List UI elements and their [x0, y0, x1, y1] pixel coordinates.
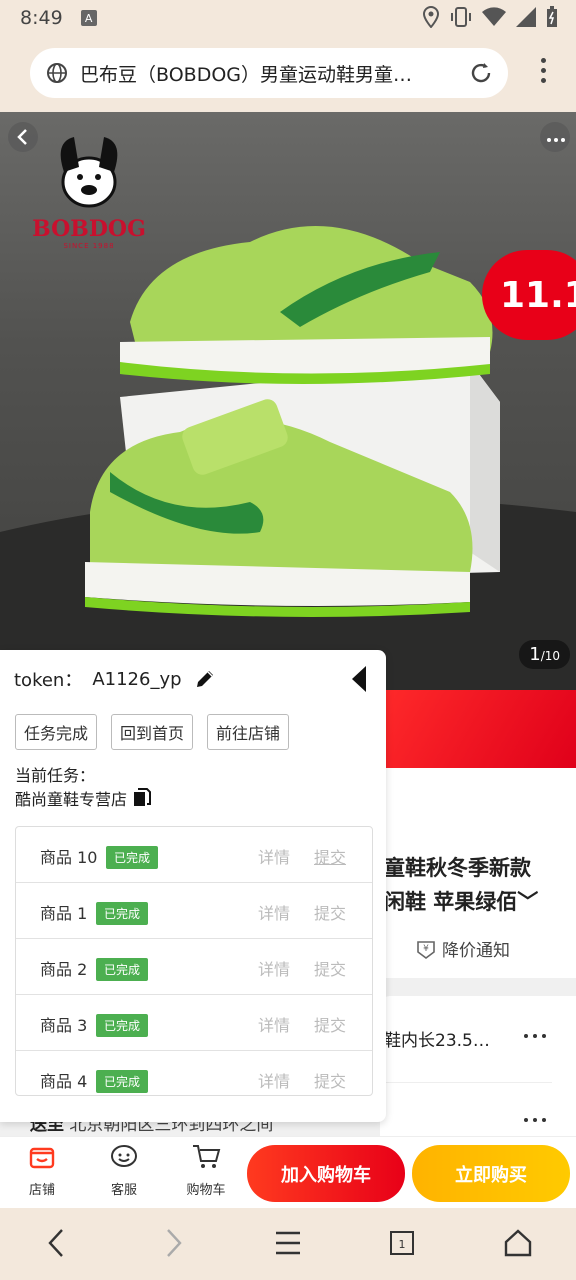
collapse-panel-icon[interactable] [352, 666, 366, 692]
counter-total: /10 [540, 649, 560, 663]
product-image[interactable]: BOBDOG SINCE 1988 11.11 1/10 [0, 112, 576, 692]
globe-icon [47, 63, 67, 83]
brand-since: SINCE 1988 [63, 242, 115, 250]
vibrate-icon [451, 7, 471, 27]
price-tag-icon: ¥ [417, 940, 435, 959]
task-name: 商品 4 [40, 1072, 88, 1091]
brand-name: BOBDOG [32, 216, 146, 242]
promo-banner[interactable] [380, 690, 576, 768]
bottom-action-bar: 店铺 客服 购物车 加入购物车 立即购买 [0, 1136, 576, 1208]
status-badge: 已完成 [96, 1014, 149, 1037]
token-label: token： [14, 670, 83, 691]
browser-nav-bar: 1 [0, 1208, 576, 1280]
task-action-buttons: 任务完成 回到首页 前往店铺 [15, 714, 290, 750]
task-name: 商品 10 [40, 848, 98, 867]
task-detail-link[interactable]: 详情 [258, 900, 290, 924]
status-badge: 已完成 [96, 1070, 149, 1093]
cart-tab[interactable]: 购物车 [176, 1143, 236, 1198]
status-bar: 8:49 A [0, 0, 576, 36]
service-tab[interactable]: 客服 [94, 1143, 154, 1198]
task-row: 商品 10 已完成 详情 提交 [16, 827, 372, 883]
status-badge: 已完成 [96, 958, 149, 981]
product-title-line2[interactable]: 闲鞋 苹果绿佰﹀ [384, 886, 538, 916]
add-to-cart-button[interactable]: 加入购物车 [247, 1145, 405, 1202]
svg-text:¥: ¥ [423, 944, 429, 954]
nav-back-icon[interactable] [42, 1226, 70, 1260]
battery-icon [547, 6, 557, 27]
task-submit-link[interactable]: 提交 [314, 1012, 346, 1036]
size-text: 鞋内长23.5… [384, 1031, 490, 1051]
nav-home-icon[interactable] [502, 1226, 534, 1260]
edit-pencil-icon[interactable] [194, 668, 216, 690]
status-icons [422, 6, 558, 28]
more-icon[interactable] [540, 122, 570, 152]
buy-now-button[interactable]: 立即购买 [412, 1145, 570, 1202]
signal-icon [516, 7, 536, 27]
url-bar[interactable]: 巴布豆（BOBDOG）男童运动鞋男童… [30, 48, 508, 98]
location-icon [422, 6, 440, 28]
image-counter: 1/10 [519, 640, 570, 669]
cart-label: 购物车 [186, 1183, 226, 1198]
product-info-card: 童鞋秋冬季新款 闲鞋 苹果绿佰﹀ ¥ 降价通知 [380, 768, 576, 978]
back-home-button[interactable]: 回到首页 [111, 714, 194, 750]
nav-menu-icon[interactable] [272, 1226, 304, 1260]
promo-badge: 11.11 [482, 250, 576, 340]
store-icon [29, 1147, 55, 1169]
wifi-icon [482, 7, 506, 27]
address-more-icon[interactable] [524, 1118, 546, 1122]
product-title-line1: 童鞋秋冬季新款 [384, 856, 531, 880]
customer-service-icon [111, 1145, 137, 1167]
task-submit-link[interactable]: 提交 [314, 900, 346, 924]
counter-current: 1 [529, 644, 541, 665]
page-title: 巴布豆（BOBDOG）男童运动鞋男童… [80, 63, 412, 86]
task-detail-link[interactable]: 详情 [258, 844, 290, 868]
shopping-cart-icon [193, 1145, 221, 1168]
store-tab[interactable]: 店铺 [12, 1143, 72, 1198]
price-notice-label: 降价通知 [442, 941, 510, 961]
promo-badge-text: 11.11 [500, 274, 576, 316]
task-detail-link[interactable]: 详情 [258, 1068, 290, 1092]
current-shop-name: 酷尚童鞋专营店 [15, 790, 128, 809]
brand-logo: BOBDOG SINCE 1988 [24, 132, 154, 250]
current-shop: 酷尚童鞋专营店 [15, 786, 152, 810]
task-row: 商品 1 已完成 详情 提交 [16, 883, 372, 939]
task-name: 商品 2 [40, 960, 88, 979]
task-submit-link[interactable]: 提交 [314, 844, 346, 868]
spec-card[interactable]: 鞋内长23.5… [380, 996, 576, 1136]
nav-tabs-icon[interactable]: 1 [388, 1226, 416, 1260]
browser-menu-icon[interactable] [541, 58, 546, 83]
copy-icon[interactable] [133, 788, 152, 808]
price-notice-button[interactable]: ¥ 降价通知 [416, 936, 510, 961]
nav-forward-icon[interactable] [160, 1226, 188, 1260]
current-task-label: 当前任务： [15, 766, 96, 785]
go-store-button[interactable]: 前往店铺 [207, 714, 290, 750]
svg-text:1: 1 [399, 1238, 406, 1251]
task-complete-button[interactable]: 任务完成 [15, 714, 98, 750]
browser-toolbar: 巴布豆（BOBDOG）男童运动鞋男童… [0, 36, 576, 112]
status-time: 8:49 [20, 7, 63, 29]
reload-icon[interactable] [468, 60, 494, 86]
token-row: token： A1126_yp [14, 666, 216, 692]
status-badge: 已完成 [106, 846, 159, 869]
task-detail-link[interactable]: 详情 [258, 1012, 290, 1036]
dog-logo-icon [60, 137, 118, 208]
task-list[interactable]: 商品 10 已完成 详情 提交 商品 1 已完成 详情 提交 商品 2 已完成 … [15, 826, 373, 1096]
task-submit-link[interactable]: 提交 [314, 956, 346, 980]
notification-a-icon: A [80, 10, 97, 26]
store-label: 店铺 [28, 1183, 55, 1198]
service-label: 客服 [110, 1183, 137, 1198]
token-value: A1126_yp [92, 668, 182, 690]
task-submit-link[interactable]: 提交 [314, 1068, 346, 1092]
status-badge: 已完成 [96, 902, 149, 925]
task-detail-link[interactable]: 详情 [258, 956, 290, 980]
spec-more-icon[interactable] [524, 1034, 546, 1038]
task-panel: token： A1126_yp 任务完成 回到首页 前往店铺 当前任务： 酷尚童… [0, 650, 386, 1122]
task-row: 商品 3 已完成 详情 提交 [16, 995, 372, 1051]
task-name: 商品 1 [40, 904, 88, 923]
task-row: 商品 4 已完成 详情 提交 [16, 1051, 372, 1095]
task-name: 商品 3 [40, 1016, 88, 1035]
task-row: 商品 2 已完成 详情 提交 [16, 939, 372, 995]
